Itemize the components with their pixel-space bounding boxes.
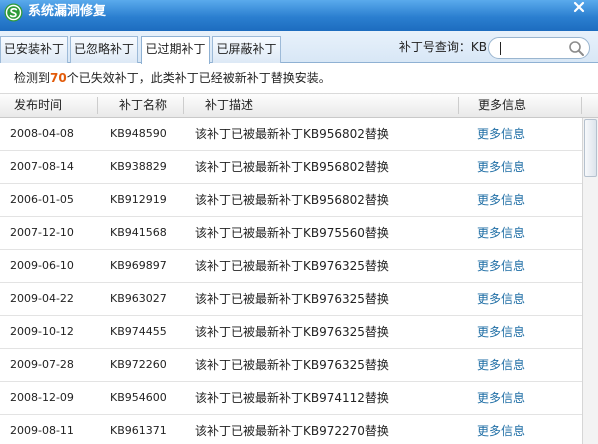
release-date: 2007-12-10 xyxy=(10,226,74,239)
release-date: 2009-10-12 xyxy=(10,325,74,338)
patch-description: 该补丁已被最新补丁KB972270替换 xyxy=(195,424,389,438)
vulnerability-repair-window: 系统漏洞修复 已安装补丁 已忽略补丁 已过期补丁 已屏蔽补丁 补丁号查询：KB … xyxy=(0,0,598,444)
tab-blocked-patches[interactable]: 已屏蔽补丁 xyxy=(212,36,281,63)
tab-strip: 已安装补丁 已忽略补丁 已过期补丁 已屏蔽补丁 补丁号查询：KB xyxy=(0,31,598,64)
patch-description: 该补丁已被最新补丁KB974112替换 xyxy=(195,391,389,405)
table-row[interactable]: 2007-08-14 KB938829 该补丁已被最新补丁KB956802替换 … xyxy=(0,151,582,184)
column-divider[interactable] xyxy=(97,97,98,114)
header-patch-name[interactable]: 补丁名称 xyxy=(119,94,167,117)
more-info-link[interactable]: 更多信息 xyxy=(477,250,525,282)
patch-description: 该补丁已被最新补丁KB976325替换 xyxy=(195,325,389,339)
patch-name: KB941568 xyxy=(110,226,167,239)
patch-description: 该补丁已被最新补丁KB956802替换 xyxy=(195,193,389,207)
window-title: 系统漏洞修复 xyxy=(28,4,107,19)
more-info-link[interactable]: 更多信息 xyxy=(477,217,525,249)
release-date: 2009-08-11 xyxy=(10,424,74,437)
table-row[interactable]: 2009-08-11 KB961371 该补丁已被最新补丁KB972270替换 … xyxy=(0,415,582,444)
more-info-link[interactable]: 更多信息 xyxy=(477,118,525,150)
text-caret xyxy=(500,42,501,55)
more-info-link[interactable]: 更多信息 xyxy=(477,349,525,381)
release-date: 2008-12-09 xyxy=(10,391,74,404)
table-row[interactable]: 2009-07-28 KB972260 该补丁已被最新补丁KB976325替换 … xyxy=(0,349,582,382)
vertical-scrollbar[interactable] xyxy=(582,118,598,444)
patch-name: KB963027 xyxy=(110,292,167,305)
patch-name: KB948590 xyxy=(110,127,167,140)
patch-description: 该补丁已被最新补丁KB956802替换 xyxy=(195,160,389,174)
more-info-link[interactable]: 更多信息 xyxy=(477,184,525,216)
table-row[interactable]: 2009-10-12 KB974455 该补丁已被最新补丁KB976325替换 … xyxy=(0,316,582,349)
patch-name: KB912919 xyxy=(110,193,167,206)
tab-expired-patches[interactable]: 已过期补丁 xyxy=(141,36,210,64)
table-row[interactable]: 2009-06-10 KB969897 该补丁已被最新补丁KB976325替换 … xyxy=(0,250,582,283)
column-divider[interactable] xyxy=(458,97,459,114)
patch-description: 该补丁已被最新补丁KB976325替换 xyxy=(195,292,389,306)
patch-description: 该补丁已被最新补丁KB976325替换 xyxy=(195,259,389,273)
patch-name: KB969897 xyxy=(110,259,167,272)
header-more-info[interactable]: 更多信息 xyxy=(478,94,526,117)
patch-name: KB974455 xyxy=(110,325,167,338)
table-row[interactable]: 2009-04-22 KB963027 该补丁已被最新补丁KB976325替换 … xyxy=(0,283,582,316)
table-row[interactable]: 2006-01-05 KB912919 该补丁已被最新补丁KB956802替换 … xyxy=(0,184,582,217)
notice-prefix: 检测到 xyxy=(14,71,51,85)
notice-suffix: 个已失效补丁，此类补丁已经被新补丁替换安装。 xyxy=(66,71,331,85)
release-date: 2009-04-22 xyxy=(10,292,74,305)
expired-count: 70 xyxy=(50,71,67,85)
more-info-link[interactable]: 更多信息 xyxy=(477,283,525,315)
scrollbar-thumb[interactable] xyxy=(584,119,597,177)
patch-name: KB954600 xyxy=(110,391,167,404)
table-row[interactable]: 2007-12-10 KB941568 该补丁已被最新补丁KB975560替换 … xyxy=(0,217,582,250)
search-icon[interactable] xyxy=(568,40,585,57)
header-patch-description[interactable]: 补丁描述 xyxy=(205,94,253,117)
patch-description: 该补丁已被最新补丁KB975560替换 xyxy=(195,226,389,240)
shield-s-icon xyxy=(4,3,23,22)
table-row[interactable]: 2008-04-08 KB948590 该补丁已被最新补丁KB956802替换 … xyxy=(0,118,582,151)
notice-line: 检测到70个已失效补丁，此类补丁已经被新补丁替换安装。 xyxy=(14,63,331,93)
table-header: 发布时间 补丁名称 补丁描述 更多信息 xyxy=(0,93,598,118)
patch-name: KB972260 xyxy=(110,358,167,371)
tab-installed-patches[interactable]: 已安装补丁 xyxy=(0,36,68,63)
release-date: 2007-08-14 xyxy=(10,160,74,173)
patch-description: 该补丁已被最新补丁KB956802替换 xyxy=(195,127,389,141)
patch-name: KB938829 xyxy=(110,160,167,173)
search-input[interactable] xyxy=(499,40,569,56)
column-divider xyxy=(581,97,582,114)
search-box[interactable] xyxy=(488,37,590,59)
patch-name: KB961371 xyxy=(110,424,167,437)
more-info-link[interactable]: 更多信息 xyxy=(477,382,525,414)
table-row[interactable]: 2008-12-09 KB954600 该补丁已被最新补丁KB974112替换 … xyxy=(0,382,582,415)
patch-list: 2008-04-08 KB948590 该补丁已被最新补丁KB956802替换 … xyxy=(0,118,582,444)
header-release-date[interactable]: 发布时间 xyxy=(14,94,62,117)
release-date: 2009-06-10 xyxy=(10,259,74,272)
release-date: 2008-04-08 xyxy=(10,127,74,140)
search-label: 补丁号查询：KB xyxy=(398,40,487,54)
patch-description: 该补丁已被最新补丁KB976325替换 xyxy=(195,358,389,372)
release-date: 2009-07-28 xyxy=(10,358,74,371)
close-icon[interactable] xyxy=(573,1,585,13)
title-bar[interactable]: 系统漏洞修复 xyxy=(0,0,598,31)
more-info-link[interactable]: 更多信息 xyxy=(477,151,525,183)
more-info-link[interactable]: 更多信息 xyxy=(477,316,525,348)
more-info-link[interactable]: 更多信息 xyxy=(477,415,525,444)
column-divider[interactable] xyxy=(183,97,184,114)
tab-ignored-patches[interactable]: 已忽略补丁 xyxy=(70,36,138,63)
release-date: 2006-01-05 xyxy=(10,193,74,206)
